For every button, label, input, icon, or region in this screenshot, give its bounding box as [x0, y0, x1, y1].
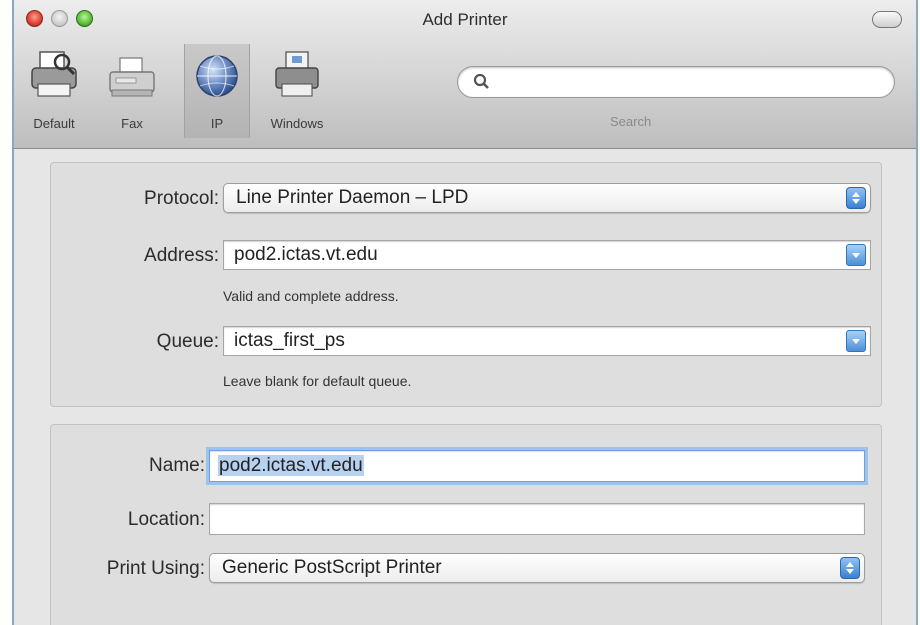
- toolbar: Add Printer Default Fax IP Windows Searc…: [14, 0, 916, 149]
- connection-settings-group: Protocol: Line Printer Daemon – LPD Addr…: [50, 162, 882, 407]
- address-hint: Valid and complete address.: [223, 288, 399, 304]
- popup-stepper-icon: [846, 187, 866, 209]
- location-field[interactable]: [209, 503, 865, 535]
- address-combo[interactable]: pod2.ictas.vt.edu: [223, 240, 871, 270]
- search-field[interactable]: [457, 66, 895, 98]
- popup-stepper-icon: [840, 557, 860, 579]
- printer-details-group: Name: pod2.ictas.vt.edu Location: Print …: [50, 424, 882, 625]
- toolbar-fax-label: Fax: [121, 116, 143, 131]
- name-value: pod2.ictas.vt.edu: [218, 455, 364, 476]
- globe-icon: [196, 55, 238, 97]
- chevron-down-icon[interactable]: [846, 244, 866, 266]
- queue-hint: Leave blank for default queue.: [223, 373, 412, 389]
- protocol-value: Line Printer Daemon – LPD: [236, 187, 469, 208]
- toolbar-windows-label: Windows: [270, 116, 324, 131]
- print-using-value: Generic PostScript Printer: [222, 557, 442, 578]
- printer-icon: [31, 51, 77, 97]
- protocol-popup[interactable]: Line Printer Daemon – LPD: [223, 183, 871, 213]
- location-label: Location:: [127, 509, 205, 530]
- windows-printer-icon: [275, 51, 319, 97]
- print-using-popup[interactable]: Generic PostScript Printer: [209, 553, 865, 583]
- print-using-label: Print Using:: [106, 558, 205, 579]
- queue-label: Queue:: [156, 331, 219, 352]
- toolbar-fax-button[interactable]: Fax: [104, 44, 160, 138]
- toolbar-ip-label: IP: [210, 116, 224, 131]
- fax-icon: [109, 57, 155, 97]
- search-icon: [473, 73, 489, 89]
- address-value: pod2.ictas.vt.edu: [234, 244, 378, 265]
- name-label: Name:: [149, 455, 205, 476]
- queue-combo[interactable]: ictas_first_ps: [223, 326, 871, 356]
- add-printer-window: Add Printer Default Fax IP Windows Searc…: [12, 0, 918, 625]
- toolbar-windows-button[interactable]: Windows: [250, 44, 344, 138]
- toolbar-default-label: Default: [33, 116, 75, 131]
- protocol-label: Protocol:: [144, 188, 219, 209]
- window-title: Add Printer: [422, 10, 508, 29]
- address-label: Address:: [144, 245, 219, 266]
- toolbar-default-button[interactable]: Default: [14, 44, 94, 138]
- search-input[interactable]: [498, 72, 878, 94]
- chevron-down-icon[interactable]: [846, 330, 866, 352]
- name-field[interactable]: pod2.ictas.vt.edu: [209, 450, 865, 482]
- search-label: Search: [610, 114, 652, 129]
- queue-value: ictas_first_ps: [234, 330, 345, 351]
- toolbar-toggle-button[interactable]: [872, 11, 902, 28]
- toolbar-ip-button[interactable]: IP: [184, 44, 250, 138]
